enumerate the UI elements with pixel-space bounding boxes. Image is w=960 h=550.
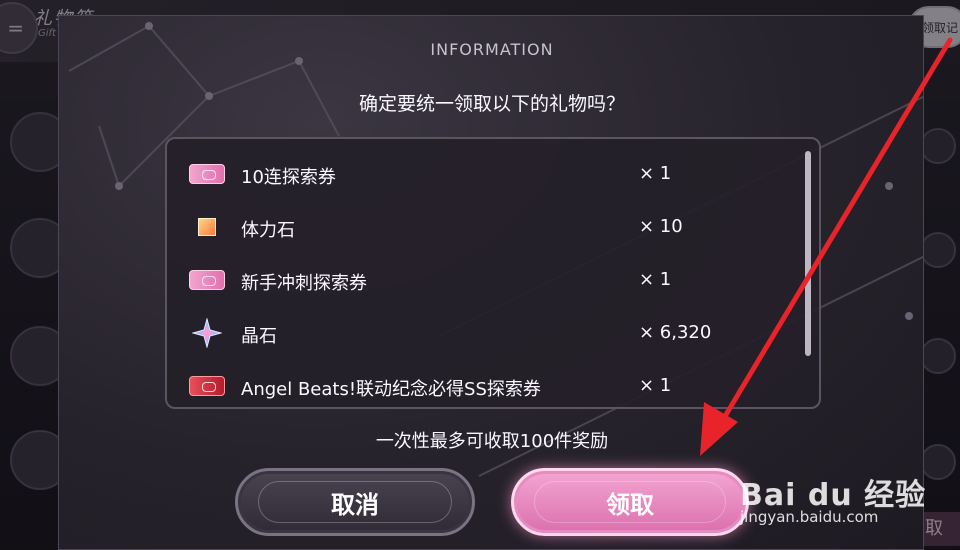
item-name: 新手冲刺探索券 xyxy=(241,273,367,294)
cancel-button[interactable]: 取消 xyxy=(235,468,475,536)
item-quantity: × 1 xyxy=(639,269,672,290)
button-ornament xyxy=(258,481,452,523)
button-ornament xyxy=(534,481,726,523)
dialog-title: INFORMATION xyxy=(430,40,554,59)
item-quantity: × 1 xyxy=(639,375,672,396)
item-quantity: × 6,320 xyxy=(639,322,712,343)
pink-ticket-icon xyxy=(189,159,225,189)
red-ticket-icon xyxy=(189,371,225,401)
list-item: 10连探索券 × 1 xyxy=(167,149,787,201)
pink-ticket-icon xyxy=(189,265,225,295)
stamina-stone-icon xyxy=(189,212,225,242)
baidu-watermark: Bai du 经验 jingyan.baidu.com xyxy=(740,470,926,526)
dialog-question: 确定要统一领取以下的礼物吗？ xyxy=(358,93,625,115)
crystal-star-icon xyxy=(189,318,225,348)
list-item: 体力石 × 10 xyxy=(167,202,787,254)
item-quantity: × 10 xyxy=(639,216,683,237)
claim-limit-note: 一次性最多可收取100件奖励 xyxy=(375,431,609,452)
claim-button[interactable]: 领取 xyxy=(511,468,749,536)
list-item: 新手冲刺探索券 × 1 xyxy=(167,255,787,307)
item-name: 晶石 xyxy=(241,326,277,347)
list-scrollbar[interactable] xyxy=(805,151,811,356)
item-name: 体力石 xyxy=(241,220,295,241)
item-quantity: × 1 xyxy=(639,163,672,184)
item-name: 10连探索券 xyxy=(241,167,336,188)
gift-list[interactable]: 10连探索券 × 1 体力石 × 10 新手冲刺探索券 × 1 晶石 × 6,3… xyxy=(165,137,821,409)
watermark-url: jingyan.baidu.com xyxy=(740,508,879,526)
list-item: 晶石 × 6,320 xyxy=(167,308,787,360)
item-name: Angel Beats!联动纪念必得SS探索券 xyxy=(241,379,541,400)
list-item: Angel Beats!联动纪念必得SS探索券 × 1 xyxy=(167,361,787,413)
